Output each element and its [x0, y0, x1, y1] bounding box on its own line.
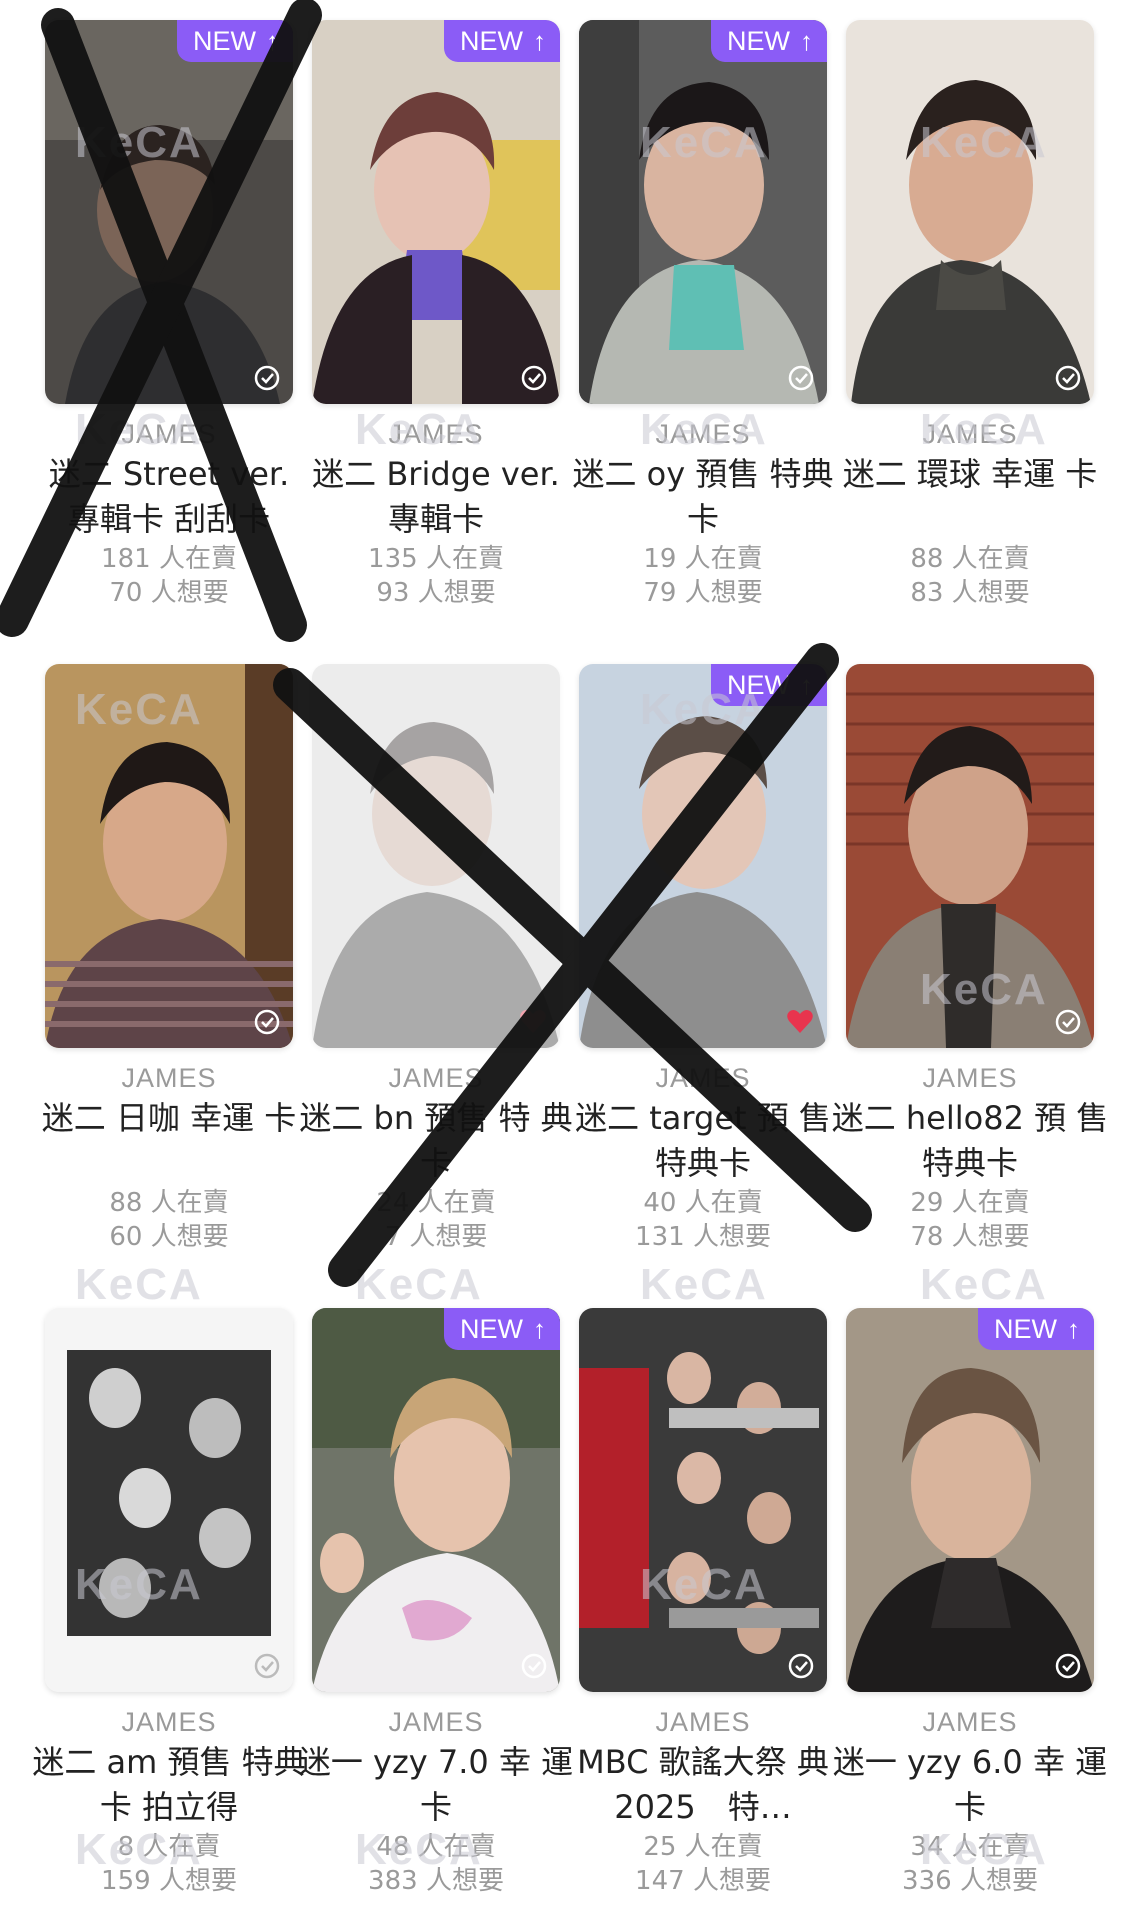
card-selling-count: 19 人在賣 [643, 544, 763, 574]
card-wanting-count: 78 人想要 [910, 1222, 1030, 1252]
card-artist: JAMES [121, 1707, 217, 1737]
card-selling-count: 88 人在賣 [910, 544, 1030, 574]
card-title: MBC 歌謠大祭 典 2025 特… [577, 1743, 829, 1826]
card-meta: JAMES MBC 歌謠大祭 典 2025 特… 25 人在賣 147 人想要 [563, 1704, 843, 1898]
check-circle-icon[interactable] [787, 364, 815, 392]
new-badge: NEW ↑ [444, 20, 560, 62]
card-title: 迷一 yzy 6.0 幸 運卡 [832, 1743, 1108, 1826]
check-circle-icon[interactable] [787, 1652, 815, 1680]
card-wanting-count: 131 人想要 [635, 1222, 771, 1252]
card-title: 迷一 yzy 7.0 幸 運卡 [298, 1743, 574, 1826]
card-selling-count: 181 人在賣 [101, 544, 237, 574]
card-photo[interactable]: NEW ↑ [846, 1308, 1094, 1692]
card-artist: JAMES [655, 1063, 751, 1093]
check-circle-icon[interactable] [1054, 1652, 1082, 1680]
card-artist: JAMES [388, 1707, 484, 1737]
card-selling-count: 29 人在賣 [910, 1188, 1030, 1218]
card-photo[interactable] [579, 1308, 827, 1692]
check-circle-icon[interactable] [1054, 1008, 1082, 1036]
card-selling-count: 48 人在賣 [376, 1832, 496, 1862]
card-selling-count: 135 人在賣 [368, 544, 504, 574]
card-meta: JAMES 迷二 target 預 售 特典卡 40 人在賣 131 人想要 [563, 1060, 843, 1254]
card-title: 迷二 oy 預售 特典卡 [572, 455, 834, 538]
card-photo[interactable] [846, 664, 1094, 1048]
heart-icon[interactable] [518, 1006, 548, 1036]
card-selling-count: 88 人在賣 [109, 1188, 229, 1218]
card-artist: JAMES [388, 1063, 484, 1093]
card-wanting-count: 60 人想要 [109, 1222, 229, 1252]
card-photo[interactable]: NEW ↑ [312, 20, 560, 404]
card-selling-count: 40 人在賣 [643, 1188, 763, 1218]
card-title: 迷二 Bridge ver. 專輯卡 [312, 455, 560, 538]
card-meta: JAMES 迷一 yzy 6.0 幸 運卡 34 人在賣 336 人想要 [830, 1704, 1110, 1898]
card-title: 迷二 日咖 幸運 卡 [41, 1099, 297, 1137]
card-meta: JAMES 迷二 am 預售 特典卡 拍立得 8 人在賣 159 人想要 [29, 1704, 309, 1898]
card-title: 迷二 環球 幸運 卡 [842, 455, 1098, 493]
card-photo[interactable]: NEW ↑ [45, 20, 293, 404]
card-photo[interactable] [846, 20, 1094, 404]
card-artist: JAMES [121, 1063, 217, 1093]
new-badge: NEW ↑ [711, 20, 827, 62]
photocard-grid: NEW ↑ JAMES 迷二 Street ver. 專輯卡 刮刮卡 181 人在… [0, 0, 1136, 1920]
card-meta: JAMES 迷二 日咖 幸運 卡 88 人在賣 60 人想要 [29, 1060, 309, 1254]
card-photo[interactable] [45, 1308, 293, 1692]
card-artist: JAMES [922, 1063, 1018, 1093]
card-meta: JAMES 迷二 bn 預售 特 典卡 24 人在賣 7 人想要 [296, 1060, 576, 1254]
new-badge: NEW ↑ [177, 20, 293, 62]
card-artist: JAMES [922, 1707, 1018, 1737]
card-meta: JAMES 迷二 環球 幸運 卡 88 人在賣 83 人想要 [830, 416, 1110, 610]
card-wanting-count: 83 人想要 [910, 578, 1030, 608]
card-artist: JAMES [655, 419, 751, 449]
check-circle-icon[interactable] [253, 1008, 281, 1036]
card-artist: JAMES [388, 419, 484, 449]
check-circle-icon[interactable] [253, 1652, 281, 1680]
card-title: 迷二 Street ver. 專輯卡 刮刮卡 [48, 455, 290, 538]
new-badge: NEW ↑ [711, 664, 827, 706]
card-selling-count: 8 人在賣 [117, 1832, 221, 1862]
check-circle-icon[interactable] [253, 364, 281, 392]
card-wanting-count: 7 人想要 [384, 1222, 488, 1252]
card-title: 迷二 am 預售 特典卡 拍立得 [32, 1743, 306, 1826]
card-selling-count: 25 人在賣 [643, 1832, 763, 1862]
card-wanting-count: 336 人想要 [902, 1866, 1038, 1896]
card-wanting-count: 79 人想要 [643, 578, 763, 608]
card-title: 迷二 target 預 售 特典卡 [575, 1099, 831, 1182]
check-circle-icon[interactable] [520, 364, 548, 392]
card-meta: JAMES 迷二 hello82 預 售 特典卡 29 人在賣 78 人想要 [830, 1060, 1110, 1254]
check-circle-icon[interactable] [1054, 364, 1082, 392]
card-photo[interactable] [45, 664, 293, 1048]
card-selling-count: 24 人在賣 [376, 1188, 496, 1218]
new-badge: NEW ↑ [444, 1308, 560, 1350]
card-title: 迷二 bn 預售 特 典卡 [299, 1099, 573, 1182]
card-artist: JAMES [655, 1707, 751, 1737]
card-wanting-count: 159 人想要 [101, 1866, 237, 1896]
heart-icon[interactable] [785, 1006, 815, 1036]
card-photo[interactable]: NEW ↑ [579, 20, 827, 404]
card-photo[interactable] [312, 664, 560, 1048]
card-title: 迷二 hello82 預 售 特典卡 [831, 1099, 1109, 1182]
card-wanting-count: 93 人想要 [376, 578, 496, 608]
check-circle-icon[interactable] [520, 1652, 548, 1680]
card-meta: JAMES 迷二 oy 預售 特典卡 19 人在賣 79 人想要 [563, 416, 843, 610]
card-meta: JAMES 迷二 Street ver. 專輯卡 刮刮卡 181 人在賣 70 … [29, 416, 309, 610]
card-artist: JAMES [121, 419, 217, 449]
card-photo[interactable]: NEW ↑ [312, 1308, 560, 1692]
card-artist: JAMES [922, 419, 1018, 449]
card-photo[interactable]: NEW ↑ [579, 664, 827, 1048]
new-badge: NEW ↑ [978, 1308, 1094, 1350]
card-meta: JAMES 迷二 Bridge ver. 專輯卡 135 人在賣 93 人想要 [296, 416, 576, 610]
card-wanting-count: 383 人想要 [368, 1866, 504, 1896]
card-selling-count: 34 人在賣 [910, 1832, 1030, 1862]
card-wanting-count: 70 人想要 [109, 578, 229, 608]
card-wanting-count: 147 人想要 [635, 1866, 771, 1896]
card-meta: JAMES 迷一 yzy 7.0 幸 運卡 48 人在賣 383 人想要 [296, 1704, 576, 1898]
